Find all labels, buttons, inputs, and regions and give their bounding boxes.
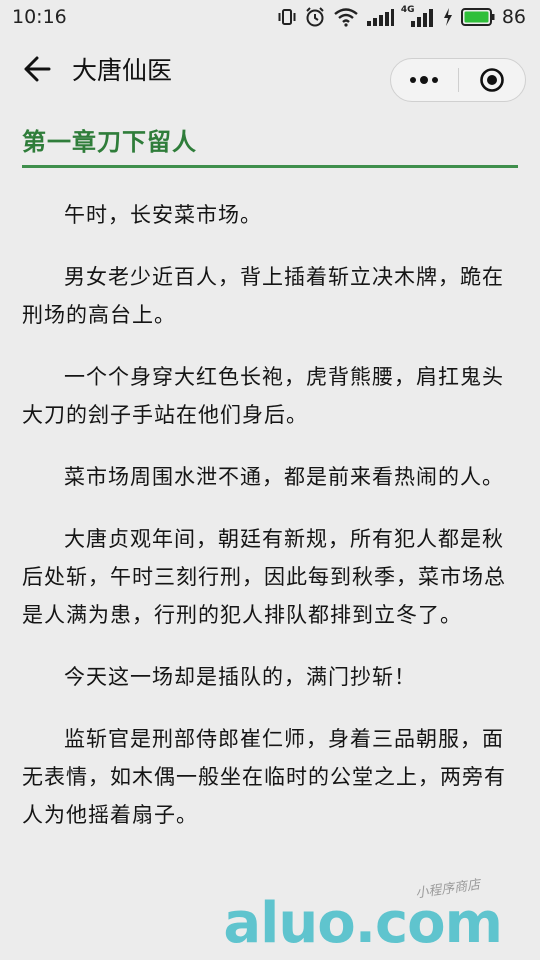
watermark-logo: aluo.com [223, 891, 503, 956]
close-miniprogram-button[interactable] [459, 59, 526, 101]
reader-content[interactable]: 第一章刀下留人 午时，长安菜市场。 男女老少近百人，背上插着斩立决木牌，跪在刑场… [0, 122, 540, 834]
signal-4g-icon [410, 9, 433, 27]
signal-4g: 4G [401, 5, 435, 27]
site-watermark: 小程序商店 aluo.com [223, 878, 514, 956]
paragraph: 菜市场周围水泄不通，都是前来看热闹的人。 [64, 465, 504, 489]
target-close-icon [479, 68, 504, 92]
paragraph: 一个个身穿大红色长袍，虎背熊腰，肩扛鬼头大刀的刽子手站在他们身后。 [22, 365, 504, 427]
signal-icon [366, 9, 394, 26]
back-arrow-icon [24, 56, 51, 82]
battery-percent: 86 [501, 6, 526, 28]
back-button[interactable] [22, 54, 52, 84]
paragraph: 男女老少近百人，背上插着斩立决木牌，跪在刑场的高台上。 [22, 265, 504, 327]
page-title: 大唐仙医 [72, 56, 173, 85]
vibrate-icon [278, 9, 296, 25]
paragraph: 午时，长安菜市场。 [64, 203, 262, 227]
nav-bar: 大唐仙医 [0, 34, 540, 104]
wifi-icon [334, 8, 358, 27]
more-button[interactable] [391, 59, 458, 101]
charging-icon [443, 8, 452, 26]
paragraph: 大唐贞观年间，朝廷有新规，所有犯人都是秋后处斩，午时三刻行刑，因此每到秋季，菜市… [22, 527, 506, 627]
alarm-icon [306, 7, 324, 27]
chapter-title: 第一章刀下留人 [22, 122, 518, 168]
paragraph: 今天这一场却是插队的，满门抄斩！ [64, 665, 416, 689]
status-time: 10:16 [12, 6, 67, 28]
battery-icon [460, 8, 495, 26]
miniprogram-capsule [390, 58, 526, 102]
status-bar: 10:16 4G 86 [0, 0, 540, 34]
paragraph: 监斩官是刑部侍郎崔仁师，身着三品朝服，面无表情，如木偶一般坐在临时的公堂之上，两… [22, 727, 506, 827]
status-icons: 4G 86 [277, 5, 526, 28]
more-dots-icon [410, 76, 439, 84]
